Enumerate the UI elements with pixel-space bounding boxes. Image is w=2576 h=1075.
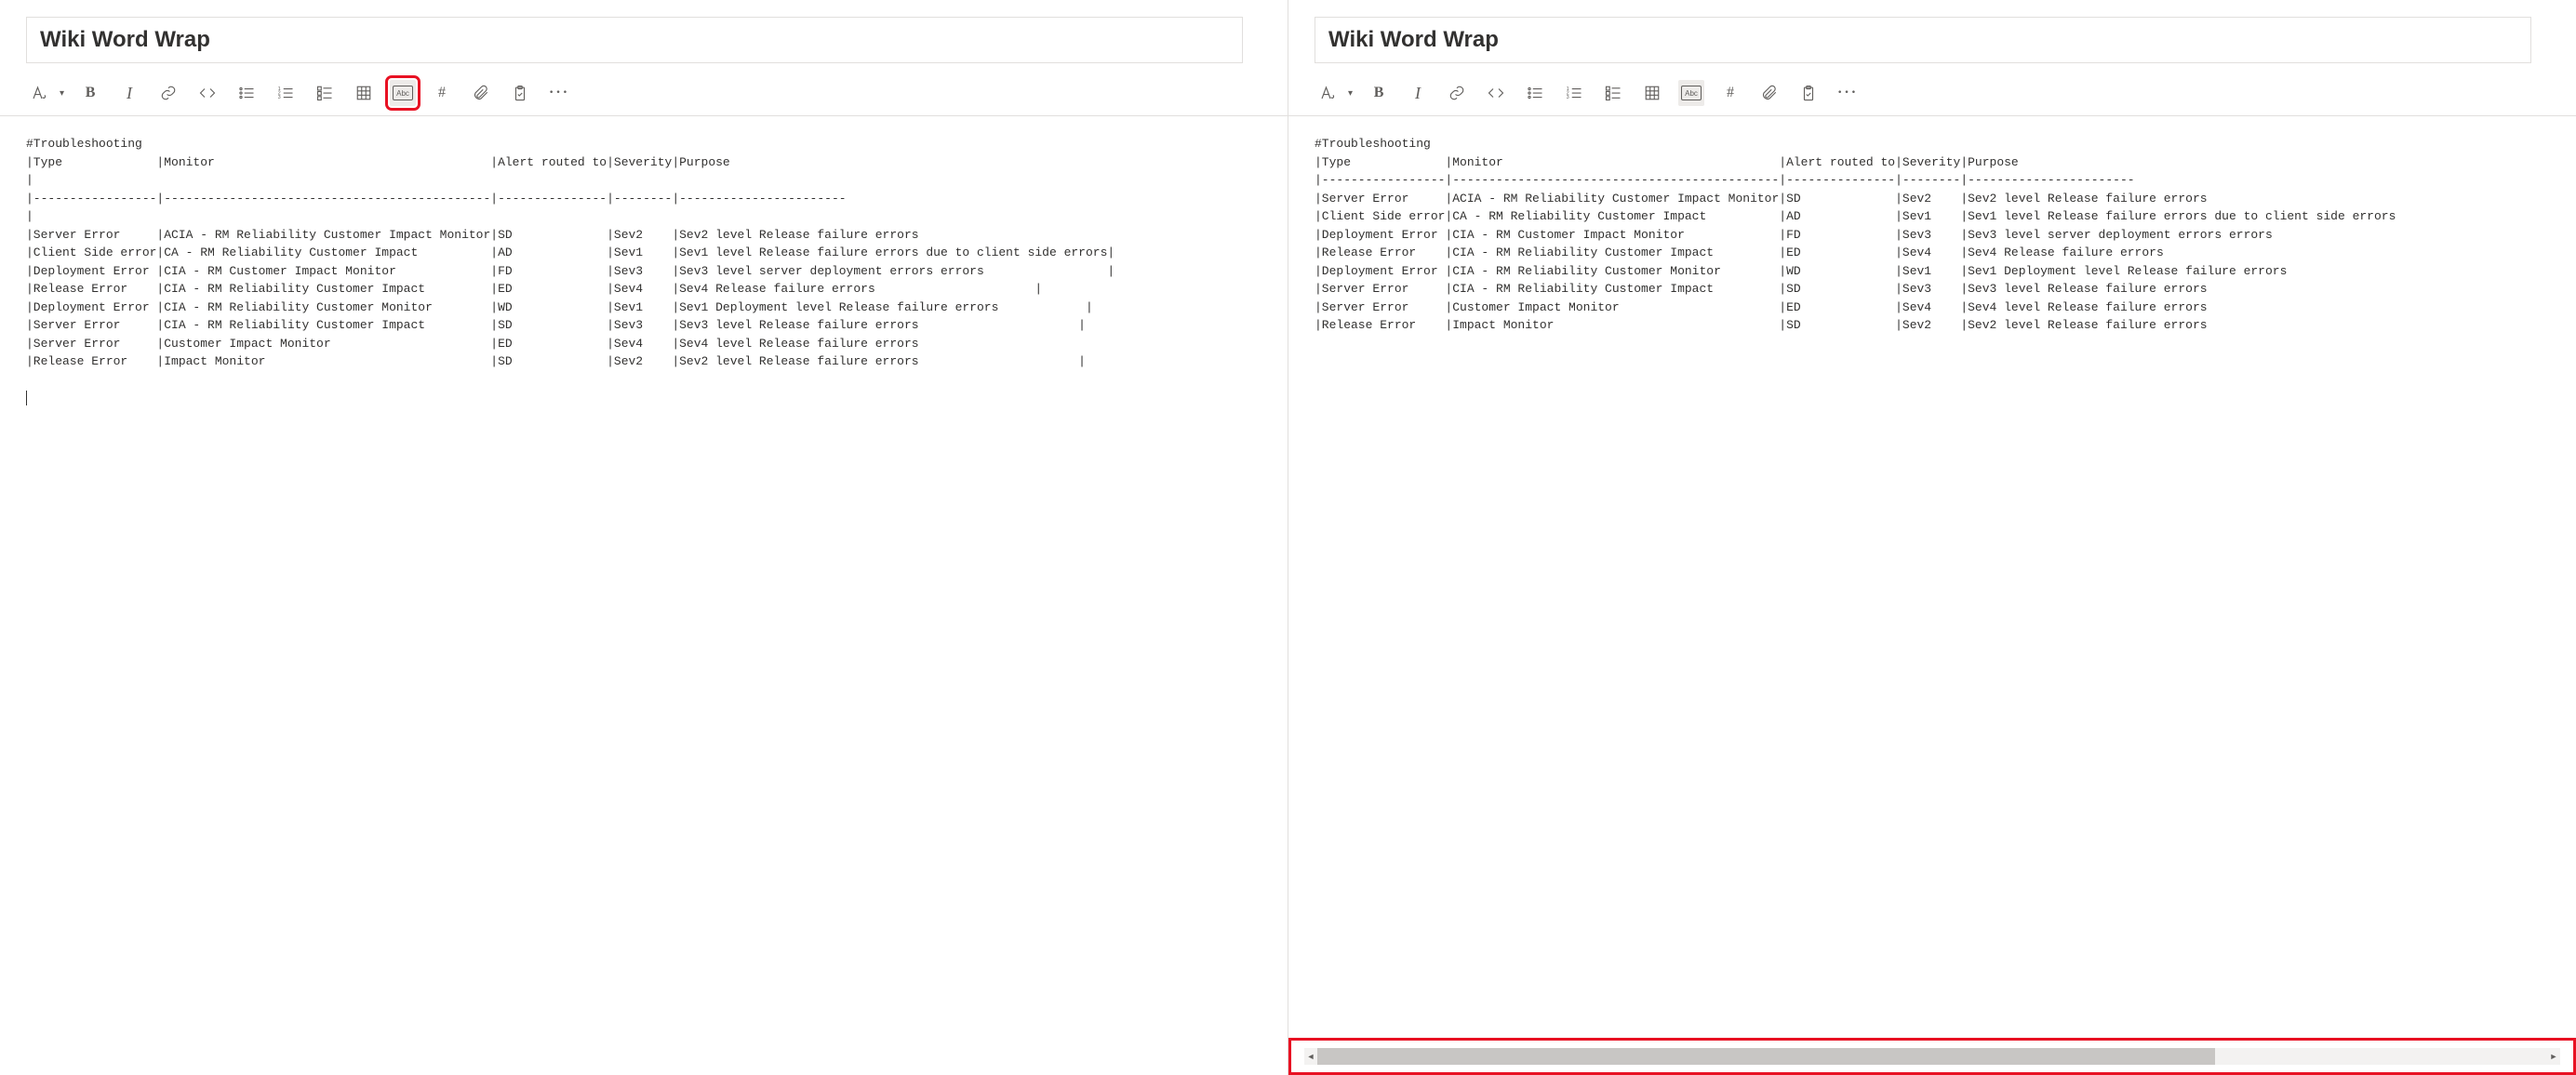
- checklist-button[interactable]: [1600, 80, 1626, 106]
- bullet-list-button[interactable]: [1522, 80, 1548, 106]
- editor-text: #Troubleshooting |Type |Monitor |Alert r…: [1315, 137, 2396, 332]
- page-title-input[interactable]: [1315, 17, 2531, 63]
- bullet-list-button[interactable]: [234, 80, 260, 106]
- attach-button[interactable]: [1756, 80, 1782, 106]
- chevron-down-icon: ▾: [1348, 88, 1353, 99]
- word-wrap-icon: Abc: [1681, 86, 1702, 100]
- text-cursor: [26, 391, 27, 405]
- word-wrap-icon: Abc: [393, 86, 413, 100]
- mention-hash-button[interactable]: #: [429, 80, 455, 106]
- numbered-list-button[interactable]: 123: [1561, 80, 1587, 106]
- word-wrap-button[interactable]: Abc: [390, 80, 416, 106]
- bold-button[interactable]: B: [77, 80, 103, 106]
- left-editor-pane: ▾ B I 123 Abc # ··· #Troubleshooting |Ty…: [0, 0, 1288, 1075]
- editor-toolbar: ▾ B I 123 Abc # ···: [0, 74, 1288, 116]
- editor-toolbar: ▾ B I 123 Abc # ···: [1288, 74, 2576, 116]
- title-bar: [1288, 0, 2576, 74]
- editor-content-nowrap[interactable]: #Troubleshooting |Type |Monitor |Alert r…: [1288, 116, 2576, 1075]
- table-button[interactable]: [1639, 80, 1665, 106]
- mention-hash-button[interactable]: #: [1717, 80, 1743, 106]
- svg-text:3: 3: [1567, 95, 1569, 100]
- table-button[interactable]: [351, 80, 377, 106]
- code-button[interactable]: [1483, 80, 1509, 106]
- paste-button[interactable]: [507, 80, 533, 106]
- format-style-button[interactable]: [26, 80, 52, 106]
- chevron-down-icon: ▾: [60, 88, 64, 99]
- more-button[interactable]: ···: [546, 80, 572, 106]
- italic-button[interactable]: I: [1405, 80, 1431, 106]
- right-editor-pane: ▾ B I 123 Abc # ··· #Troubleshooting |Ty…: [1288, 0, 2576, 1075]
- italic-button[interactable]: I: [116, 80, 142, 106]
- svg-text:3: 3: [278, 95, 281, 100]
- link-button[interactable]: [1444, 80, 1470, 106]
- code-button[interactable]: [194, 80, 220, 106]
- paste-button[interactable]: [1795, 80, 1822, 106]
- more-button[interactable]: ···: [1835, 80, 1861, 106]
- title-bar: [0, 0, 1288, 74]
- checklist-button[interactable]: [312, 80, 338, 106]
- editor-text: #Troubleshooting |Type |Monitor |Alert r…: [26, 137, 1114, 368]
- word-wrap-button[interactable]: Abc: [1678, 80, 1704, 106]
- format-style-button[interactable]: [1315, 80, 1341, 106]
- editor-content-wrapped[interactable]: #Troubleshooting |Type |Monitor |Alert r…: [0, 116, 1288, 1075]
- bold-button[interactable]: B: [1366, 80, 1392, 106]
- page-title-input[interactable]: [26, 17, 1243, 63]
- attach-button[interactable]: [468, 80, 494, 106]
- link-button[interactable]: [155, 80, 181, 106]
- numbered-list-button[interactable]: 123: [273, 80, 299, 106]
